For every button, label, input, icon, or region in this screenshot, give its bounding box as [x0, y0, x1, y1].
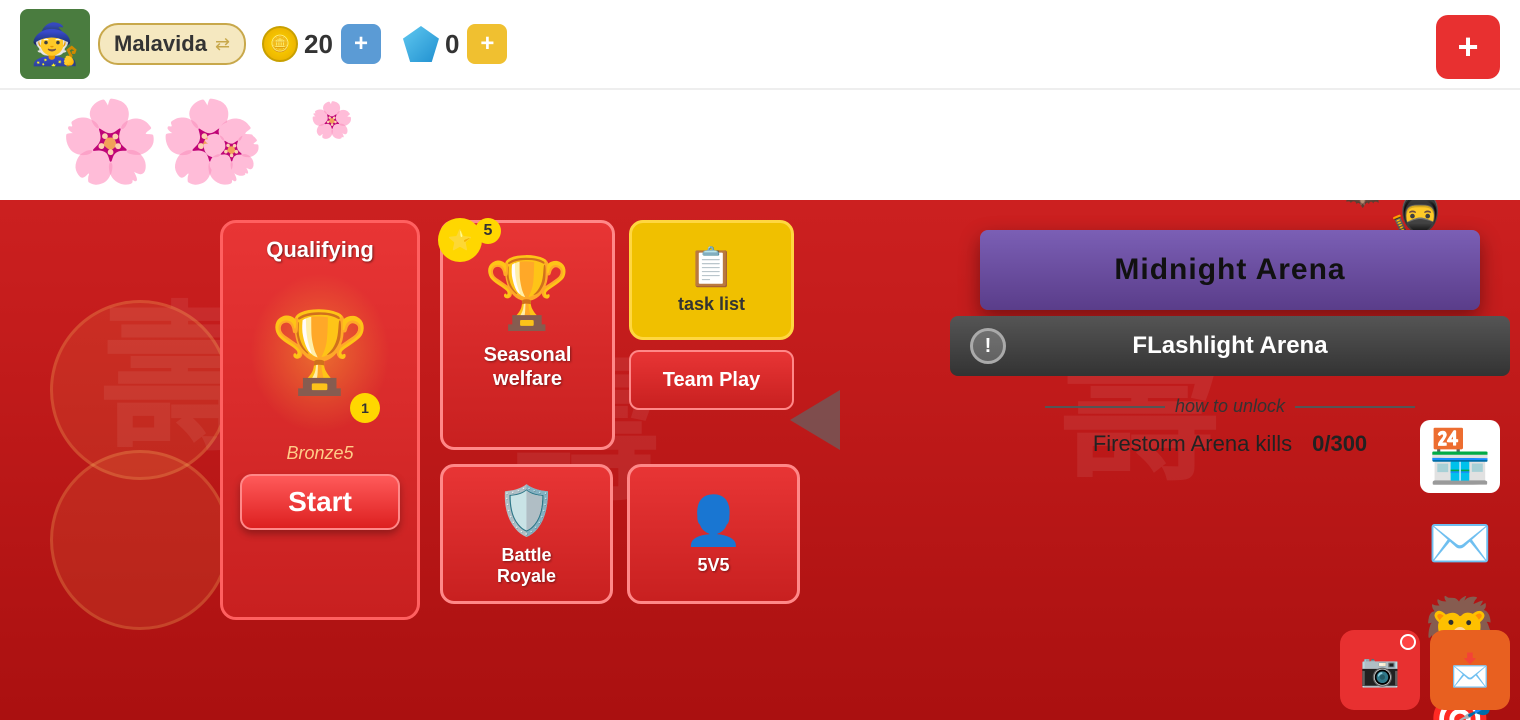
- requirement-value: 0/300: [1312, 431, 1367, 457]
- avatar-image: 🧙: [30, 21, 80, 68]
- gem-icon: [403, 26, 439, 62]
- coins-block: 🪙 20 +: [262, 24, 393, 64]
- qualifying-panel[interactable]: Qualifying 🏆 1 Bronze5 Start: [220, 220, 420, 620]
- gem-amount: 0: [445, 29, 459, 60]
- bat-icon-1: 🦇: [1305, 200, 1340, 203]
- cherry-blossom-2: 🌸: [200, 120, 262, 179]
- rank-text: Bronze5: [286, 443, 353, 464]
- warning-icon: !: [970, 328, 1006, 364]
- flashlight-arena-label: FLashlight Arena: [1132, 332, 1327, 360]
- midnight-arena-platform[interactable]: Midnight Arena: [980, 230, 1480, 310]
- task-list-icon: 📋: [688, 246, 735, 290]
- camera-icon: 📷: [1360, 651, 1400, 689]
- messages-icon: 📩: [1450, 651, 1490, 689]
- fivevfive-panel[interactable]: 👤 5V5: [627, 464, 800, 604]
- arena-area: 🦇 🦇 🥷 Midnight Arena ! FLashlight Arena: [820, 200, 1320, 720]
- task-list-label: task list: [678, 294, 745, 315]
- battle-royale-panel[interactable]: 🛡️ Battle Royale: [440, 464, 613, 604]
- qualifying-trophy-container: 🏆 1: [250, 273, 390, 433]
- rank-badge: 1: [350, 393, 380, 423]
- seasonal-welfare-panel[interactable]: ⭐ 5 🏆 Seasonal welfare: [440, 220, 615, 450]
- store-button[interactable]: 🏪: [1420, 420, 1500, 493]
- add-gems-button[interactable]: +: [467, 24, 507, 64]
- start-button[interactable]: Start: [240, 474, 400, 530]
- top-panels-row: ⭐ 5 🏆 Seasonal welfare 📋 task list Team …: [440, 220, 800, 450]
- battle-royale-label: Battle Royale: [497, 545, 556, 587]
- divider-left: [1045, 406, 1165, 408]
- battle-royale-icon: 🛡️: [497, 482, 557, 539]
- midnight-arena-label: Midnight Arena: [1114, 253, 1345, 287]
- coin-icon: 🪙: [262, 26, 298, 62]
- requirement-label: Firestorm Arena kills: [1093, 431, 1292, 457]
- deco-circle-2: [50, 450, 230, 630]
- add-coins-button[interactable]: +: [341, 24, 381, 64]
- seasonal-welfare-label: Seasonal welfare: [484, 343, 572, 391]
- notification-dot: [1400, 634, 1416, 650]
- cherry-blossom-area: 🌸🌸 🌸 🌸: [0, 90, 1520, 200]
- back-arrow-icon: [790, 390, 840, 450]
- gems-block: 0 +: [403, 24, 519, 64]
- fivevfive-icon: 👤: [684, 492, 744, 549]
- unlock-title: how to unlock: [1175, 396, 1285, 417]
- exchange-arrows-icon: ⇄: [215, 34, 230, 55]
- trophy-icon: 🏆: [270, 306, 370, 400]
- task-list-panel[interactable]: 📋 task list: [629, 220, 794, 340]
- top-bar: 🧙 Malavida ⇄ 🪙 20 + 0 + +: [0, 0, 1520, 90]
- back-arrow-button[interactable]: [790, 390, 840, 450]
- divider-right: [1295, 406, 1415, 408]
- username-badge[interactable]: Malavida ⇄: [98, 23, 246, 65]
- messages-button[interactable]: 📩: [1430, 630, 1510, 710]
- bottom-right-buttons: 📷 📩: [1340, 630, 1510, 710]
- cherry-blossom-3: 🌸: [310, 100, 354, 141]
- team-play-button[interactable]: Team Play: [629, 350, 794, 410]
- qualifying-title: Qualifying: [266, 237, 374, 263]
- flashlight-arena-platform[interactable]: ! FLashlight Arena: [950, 316, 1510, 376]
- mail-button[interactable]: ✉️: [1420, 513, 1500, 574]
- bat-icon-2: 🦇: [1345, 200, 1380, 213]
- seasonal-trophy-icon: 🏆: [484, 253, 571, 335]
- middle-panels: ⭐ 5 🏆 Seasonal welfare 📋 task list Team …: [440, 220, 800, 604]
- main-area: 壽 壽 壽 Qualifying 🏆 1 Bronze5 Start ⭐ 5 🏆…: [0, 200, 1520, 720]
- fivevfive-label: 5V5: [697, 555, 729, 576]
- right-col-panels: 📋 task list Team Play: [629, 220, 794, 410]
- bottom-panels-row: 🛡️ Battle Royale 👤 5V5: [440, 464, 800, 604]
- coin-amount: 20: [304, 29, 333, 60]
- star-count-badge: 5: [475, 218, 501, 244]
- global-add-button[interactable]: +: [1436, 15, 1500, 79]
- avatar: 🧙: [20, 9, 90, 79]
- camera-button[interactable]: 📷: [1340, 630, 1420, 710]
- username-text: Malavida: [114, 31, 207, 57]
